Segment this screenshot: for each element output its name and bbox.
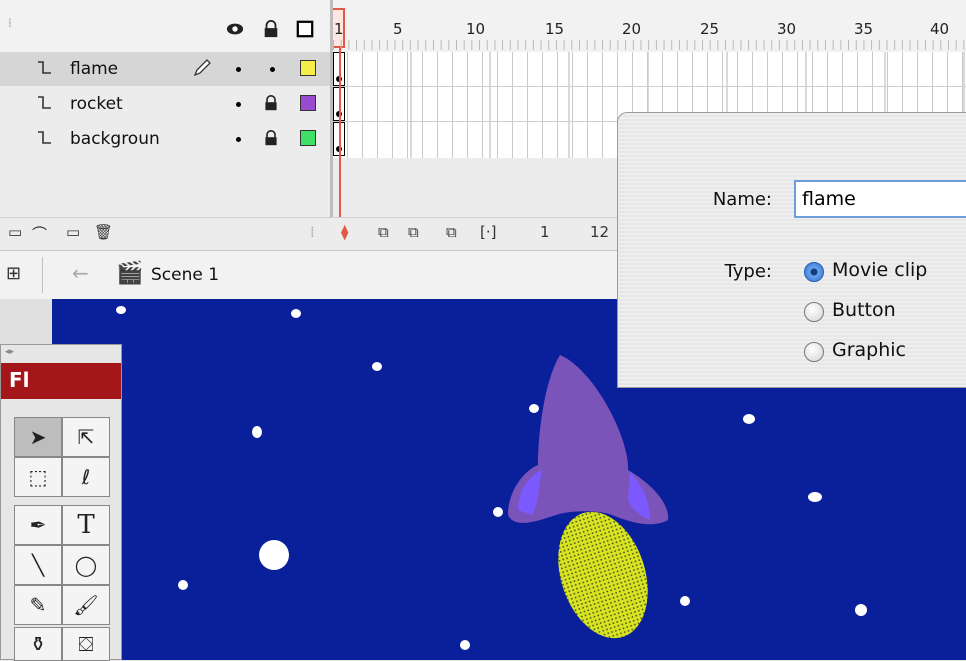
frame-number: 40 xyxy=(930,20,950,38)
lasso-tool[interactable]: ℓ xyxy=(62,457,110,497)
unlock-dot[interactable] xyxy=(270,67,275,72)
timeline-header: ⁞ 1 5 10 15 20 25 30 35 40 xyxy=(0,0,966,52)
star xyxy=(372,362,382,371)
frame-number: 30 xyxy=(777,20,797,38)
tools-title: Fl xyxy=(1,363,121,399)
star xyxy=(855,604,867,616)
timeline-toggle-icon[interactable]: ⊞ xyxy=(6,263,21,284)
frame-number: 1 xyxy=(334,20,344,38)
frame-number: 20 xyxy=(622,20,642,38)
radio-movie-clip[interactable] xyxy=(804,262,824,282)
pencil-tool[interactable]: ✎ xyxy=(14,585,62,625)
star xyxy=(808,492,822,502)
name-input[interactable] xyxy=(794,180,966,218)
resize-grip-icon[interactable]: ⁞ xyxy=(310,223,315,241)
star xyxy=(291,309,301,318)
trash-icon[interactable]: 🗑 xyxy=(94,223,113,241)
lock-icon[interactable] xyxy=(262,20,280,38)
clapper-icon: 🎬 xyxy=(116,261,144,286)
radio-button[interactable] xyxy=(804,302,824,322)
type-label: Type: xyxy=(724,261,772,282)
back-arrow-icon[interactable]: ← xyxy=(72,261,89,285)
tools-panel: ◂▸ Fl ➤ ⇱ ⬚ ℓ ✒ T ╲ ◯ ✎ 🖌 ⚱ ⛋ xyxy=(0,344,122,661)
ink-bottle-tool[interactable]: ⚱ xyxy=(14,627,62,661)
layer-row-flame[interactable]: flame xyxy=(0,52,330,86)
frame-number: 35 xyxy=(854,20,874,38)
layer-row-rocket[interactable]: rocket xyxy=(0,87,330,121)
insert-layer-icon[interactable]: ▭ xyxy=(8,223,22,241)
collapse-arrows-icon[interactable]: ◂▸ xyxy=(5,347,14,357)
onion-skin-icon[interactable]: ⧉ xyxy=(378,223,389,241)
onion-outline-icon[interactable]: ⧉ xyxy=(408,223,419,241)
motion-guide-icon[interactable]: ⌒ xyxy=(32,223,47,244)
layer-icon xyxy=(38,96,51,109)
layer-row-background[interactable]: backgroun xyxy=(0,122,330,156)
selection-tool[interactable]: ➤ xyxy=(14,417,62,457)
radio-movie-clip-label[interactable]: Movie clip xyxy=(832,259,927,281)
layer-color-swatch[interactable] xyxy=(300,130,316,146)
eye-icon[interactable] xyxy=(226,20,244,38)
insert-folder-icon[interactable]: ▭ xyxy=(66,223,80,241)
grip-icon[interactable]: ⁞ xyxy=(8,16,12,30)
paint-bucket-tool[interactable]: ⛋ xyxy=(62,627,110,661)
divider xyxy=(42,257,43,293)
star xyxy=(252,426,262,438)
onion-markers-icon[interactable]: [·] xyxy=(480,223,496,241)
edit-multiple-icon[interactable]: ⧉ xyxy=(446,223,457,241)
rocket-graphic[interactable] xyxy=(500,350,680,650)
layer-color-swatch[interactable] xyxy=(300,60,316,76)
convert-symbol-dialog: Name: Type: Movie clip Button Graphic xyxy=(617,112,966,388)
frame-rate-readout: 12 xyxy=(590,223,610,241)
layer-name: flame xyxy=(70,59,119,79)
frame-ruler[interactable] xyxy=(333,40,966,50)
free-transform-tool[interactable]: ⬚ xyxy=(14,457,62,497)
star xyxy=(116,306,126,314)
oval-tool[interactable]: ◯ xyxy=(62,545,110,585)
center-frame-icon[interactable]: ⧫ xyxy=(341,223,348,241)
layer-icon xyxy=(38,131,51,144)
name-label: Name: xyxy=(712,189,772,210)
lock-icon[interactable] xyxy=(263,130,279,146)
frame-row-divider xyxy=(333,86,966,87)
layer-name: backgroun xyxy=(70,129,160,149)
frame-number: 25 xyxy=(700,20,720,38)
pencil-icon xyxy=(193,59,211,77)
radio-graphic[interactable] xyxy=(804,342,824,362)
star xyxy=(460,640,470,650)
frame-number: 5 xyxy=(393,20,403,38)
star xyxy=(178,580,188,590)
radio-graphic-label[interactable]: Graphic xyxy=(832,339,906,361)
star xyxy=(743,414,755,424)
frame-number: 10 xyxy=(466,20,486,38)
frame-number: 15 xyxy=(545,20,565,38)
radio-button-label[interactable]: Button xyxy=(832,299,896,321)
layer-name: rocket xyxy=(70,94,123,114)
text-tool[interactable]: T xyxy=(62,505,110,545)
layer-icon xyxy=(38,61,51,74)
subselection-tool[interactable]: ⇱ xyxy=(62,417,110,457)
current-frame-readout: 1 xyxy=(540,223,550,241)
visible-dot[interactable] xyxy=(236,102,241,107)
lock-icon[interactable] xyxy=(263,95,279,111)
pen-tool[interactable]: ✒ xyxy=(14,505,62,545)
outline-icon[interactable] xyxy=(296,20,314,38)
star xyxy=(680,596,690,606)
visible-dot[interactable] xyxy=(236,137,241,142)
layer-color-swatch[interactable] xyxy=(300,95,316,111)
line-tool[interactable]: ╲ xyxy=(14,545,62,585)
playhead-line xyxy=(339,48,341,226)
star xyxy=(259,540,289,570)
brush-tool[interactable]: 🖌 xyxy=(62,585,110,625)
visible-dot[interactable] xyxy=(236,67,241,72)
scene-label[interactable]: Scene 1 xyxy=(151,265,219,285)
